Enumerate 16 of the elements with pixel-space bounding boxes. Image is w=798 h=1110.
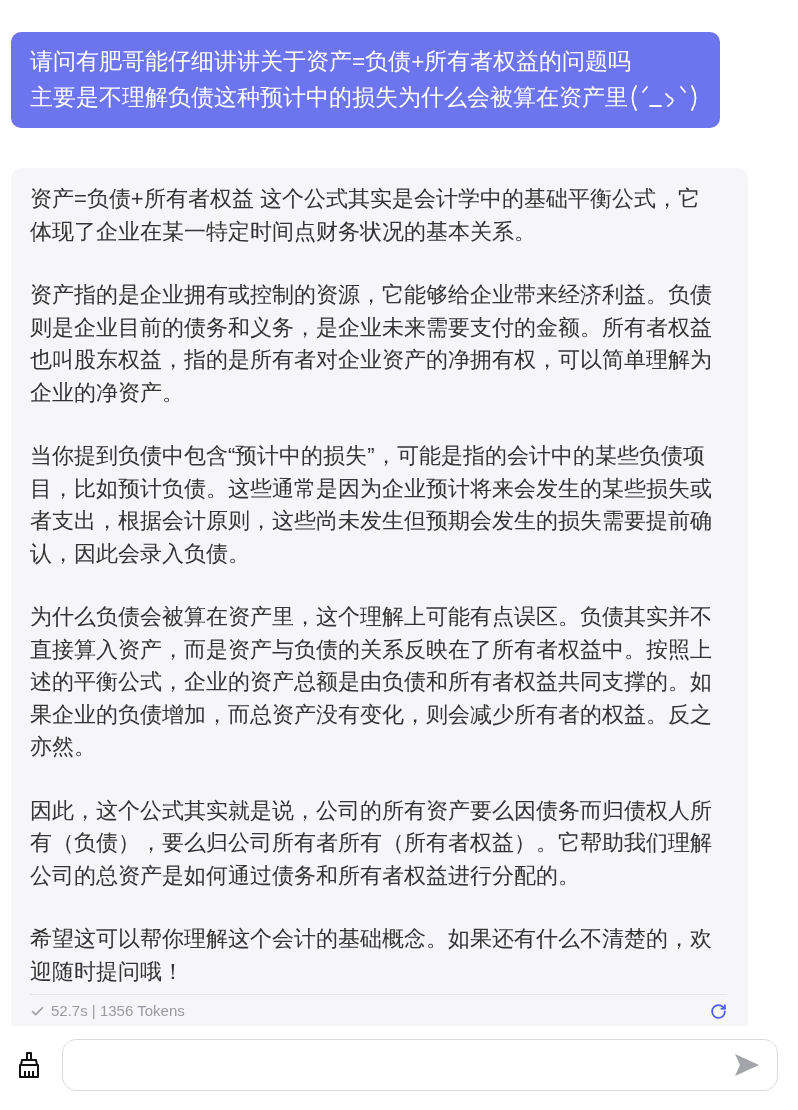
message-paragraph: 资产=负债+所有者权益 这个公式其实是会计学中的基础平衡公式，它体现了企业在某一特定时间点财务状况的基本关系。 xyxy=(30,185,701,246)
response-stats: 52.7s | 1356 Tokens xyxy=(51,1001,185,1021)
refresh-button[interactable] xyxy=(709,1002,727,1020)
broom-icon xyxy=(17,1052,41,1078)
clear-button[interactable] xyxy=(17,1052,41,1078)
message-input[interactable] xyxy=(62,1039,778,1091)
message-paragraph: 因此，这个公式其实就是说，公司的所有资产要么因债务而归债权人所有（负债），要么归公司所有者所有（所有者权益）。它帮助我们理解公司的总资产是如何通过债务和所有者权益进行分配的。 xyxy=(30,796,713,890)
message-paragraph: 当你提到负债中包含“预计中的损失”，可能是指的会计中的某些负债项目，比如预计负债。这些通常是因为企业预计将来会发生的某些损失或者支出，根据会计原则，这些尚未发生但预期会发生的损失需要提前确认，因此会录入负债。 xyxy=(30,442,713,568)
send-icon xyxy=(734,1053,760,1077)
message-line: 请问有肥哥能仔细讲讲关于资产=负债+所有者权益的问题吗 xyxy=(30,48,632,76)
message-line: 主要是不理解负债这种预计中的损失为什么会被算在资产里 xyxy=(30,84,628,112)
send-button[interactable] xyxy=(734,1053,760,1077)
message-paragraph: 为什么负债会被算在资产里，这个理解上可能有点误区。负债其实并不直接算入资产，而是资产与负债的关系反映在了所有者权益中。按照上述的平衡公式，企业的资产总额是由负债和所有者权益共同支撑的。如果企业的负债增加，而总资产没有变化，则会减少所有者的权益。反之亦然。 xyxy=(30,603,713,761)
refresh-icon xyxy=(709,1002,727,1020)
message-paragraph: 资产指的是企业拥有或控制的资源，它能够给企业带来经济利益。负债则是企业目前的债务和义务，是企业未来需要支付的金额。所有者权益也叫股东权益，指的是所有者对企业资产的净拥有权，可以简单理解为企业的净资产。 xyxy=(30,281,713,407)
message-paragraph: 希望这可以帮你理解这个会计的基础概念。如果还有什么不清楚的，欢迎随时提问哦！ xyxy=(30,925,713,986)
